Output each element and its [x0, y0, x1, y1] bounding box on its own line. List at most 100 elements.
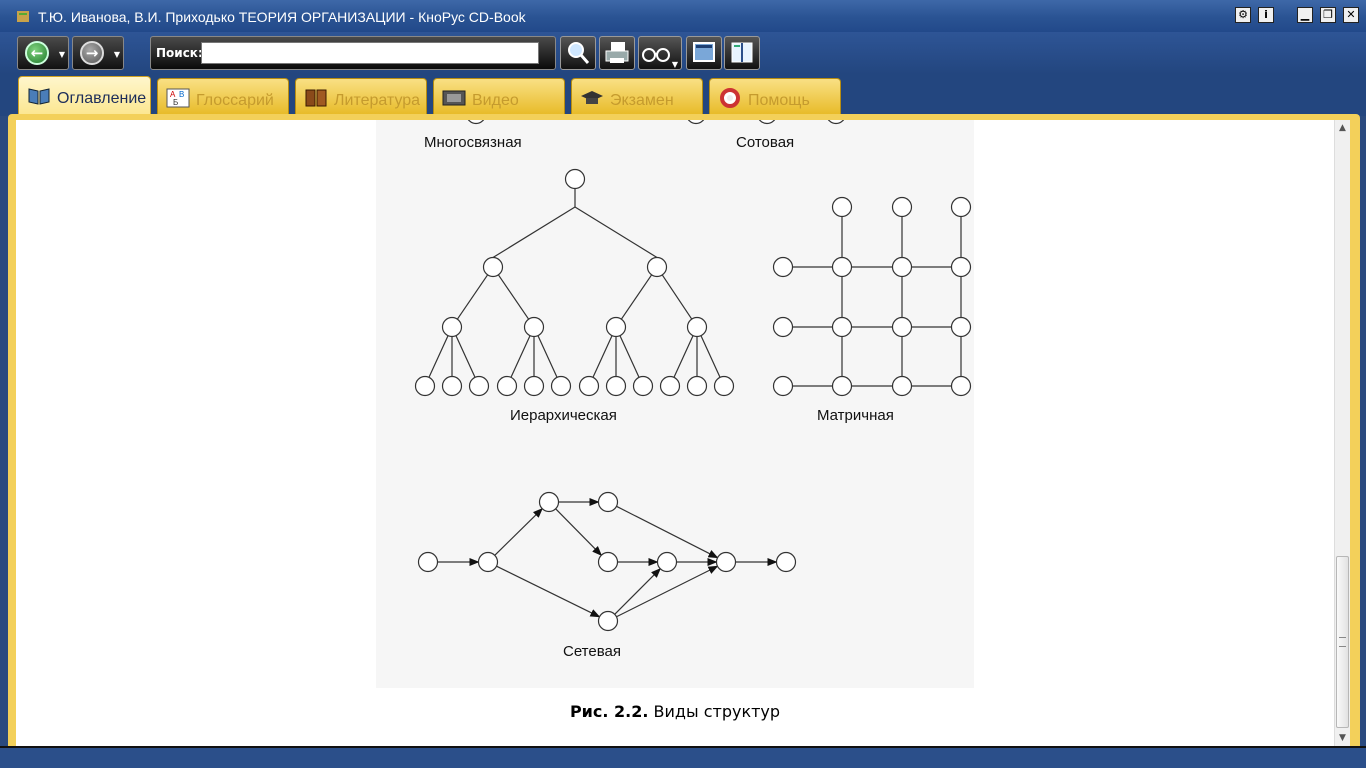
search-input[interactable]	[201, 42, 539, 64]
graph-edge	[455, 335, 476, 378]
network-node	[417, 551, 439, 573]
print-button[interactable]	[599, 36, 635, 70]
network-node	[538, 491, 560, 513]
back-button[interactable]: ← ▼	[17, 36, 69, 70]
tree-edge	[492, 206, 576, 259]
forward-dropdown-icon[interactable]: ▼	[114, 50, 120, 59]
arrow-edge	[616, 565, 719, 618]
window-icon	[693, 42, 715, 62]
label-multiconnected: Многосвязная	[424, 134, 522, 151]
graph-edge	[620, 274, 653, 320]
search-box: Поиск:	[150, 36, 556, 70]
tree-leaf-node	[496, 375, 518, 397]
tree-root-node	[564, 168, 586, 190]
find-button[interactable]	[560, 36, 596, 70]
matrix-node	[772, 256, 794, 278]
graph-edge	[510, 335, 531, 378]
window-title: Т.Ю. Иванова, В.И. Приходько ТЕОРИЯ ОРГА…	[38, 9, 526, 25]
app-icon	[17, 11, 29, 22]
graph-edge	[456, 274, 489, 320]
film-icon	[442, 90, 466, 106]
tab-contents[interactable]: Оглавление	[18, 76, 151, 118]
graph-edge	[673, 335, 694, 378]
tab-literature[interactable]: Литература	[295, 78, 427, 116]
forward-arrow-icon: →	[80, 41, 104, 65]
label-cellular: Сотовая	[736, 134, 794, 151]
settings-icon[interactable]: ⚙	[1235, 7, 1251, 23]
forward-button[interactable]: → ▼	[72, 36, 124, 70]
vertical-scrollbar[interactable]: ▲ ▼	[1334, 120, 1350, 746]
label-matrix: Матричная	[817, 407, 894, 424]
tree-node	[686, 316, 708, 338]
matrix-node	[772, 375, 794, 397]
graph-edge	[537, 335, 558, 378]
book-icon	[731, 42, 753, 63]
cut-node	[827, 120, 845, 125]
info-icon[interactable]: i	[1258, 7, 1274, 23]
book-icon	[28, 88, 50, 105]
graph-edge	[497, 274, 530, 320]
graph-edge	[428, 335, 449, 378]
close-button[interactable]: ✕	[1343, 7, 1359, 23]
tree-node	[523, 316, 545, 338]
network-node	[597, 610, 619, 632]
tab-label: Оглавление	[57, 90, 147, 107]
svg-text:Б: Б	[173, 98, 178, 107]
tab-video[interactable]: Видео	[433, 78, 565, 116]
tree-node	[605, 316, 627, 338]
network-node	[597, 551, 619, 573]
scroll-thumb[interactable]	[1336, 556, 1349, 728]
book-button[interactable]	[724, 36, 760, 70]
tree-leaf-node	[578, 375, 600, 397]
network-node	[477, 551, 499, 573]
graph-edge	[619, 335, 640, 378]
tab-help[interactable]: Помощь	[709, 78, 841, 116]
matrix-node	[891, 375, 913, 397]
matrix-node	[891, 196, 913, 218]
window-button[interactable]	[686, 36, 722, 70]
tree-node	[441, 316, 463, 338]
minimize-button[interactable]: ▁	[1297, 7, 1313, 23]
tree-node	[646, 256, 668, 278]
print-icon	[605, 42, 629, 63]
tree-leaf-node	[605, 375, 627, 397]
matrix-node	[891, 316, 913, 338]
back-dropdown-icon[interactable]: ▼	[59, 50, 65, 59]
label-network: Сетевая	[563, 643, 621, 660]
tab-glossary[interactable]: АВБ Глоссарий	[157, 78, 289, 116]
network-node	[597, 491, 619, 513]
network-node	[656, 551, 678, 573]
status-bar	[0, 748, 1366, 768]
view-button[interactable]: ▼	[638, 36, 682, 70]
restore-button[interactable]: ❐	[1320, 7, 1336, 23]
title-bar: Т.Ю. Иванова, В.И. Приходько ТЕОРИЯ ОРГА…	[0, 0, 1366, 32]
tree-leaf-node	[468, 375, 490, 397]
tree-leaf-node	[632, 375, 654, 397]
arrow-edge	[555, 508, 603, 556]
arrow-edge	[616, 505, 719, 559]
matrix-node	[831, 375, 853, 397]
figure-structures: Многосвязная Сотовая Иерархическая Матри…	[414, 120, 972, 660]
tab-label: Литература	[334, 92, 421, 109]
network-node	[715, 551, 737, 573]
magnifier-icon	[568, 42, 590, 64]
matrix-node	[891, 256, 913, 278]
grip-icon	[1339, 637, 1346, 647]
tab-label: Экзамен	[610, 92, 674, 109]
tree-node	[482, 256, 504, 278]
matrix-node	[831, 196, 853, 218]
tab-label: Глоссарий	[196, 92, 274, 109]
scroll-up-icon[interactable]: ▲	[1335, 120, 1350, 136]
tree-leaf-node	[659, 375, 681, 397]
scroll-down-icon[interactable]: ▼	[1335, 730, 1350, 746]
tree-leaf-node	[523, 375, 545, 397]
tab-exam[interactable]: Экзамен	[571, 78, 703, 116]
matrix-node	[831, 256, 853, 278]
cut-node	[467, 120, 485, 125]
caption-text: Виды структур	[648, 702, 781, 721]
tree-leaf-node	[713, 375, 735, 397]
graph-edge	[661, 274, 693, 320]
search-label: Поиск:	[156, 46, 203, 60]
arrow-edge	[494, 507, 543, 556]
document-view: Многосвязная Сотовая Иерархическая Матри…	[16, 120, 1334, 746]
